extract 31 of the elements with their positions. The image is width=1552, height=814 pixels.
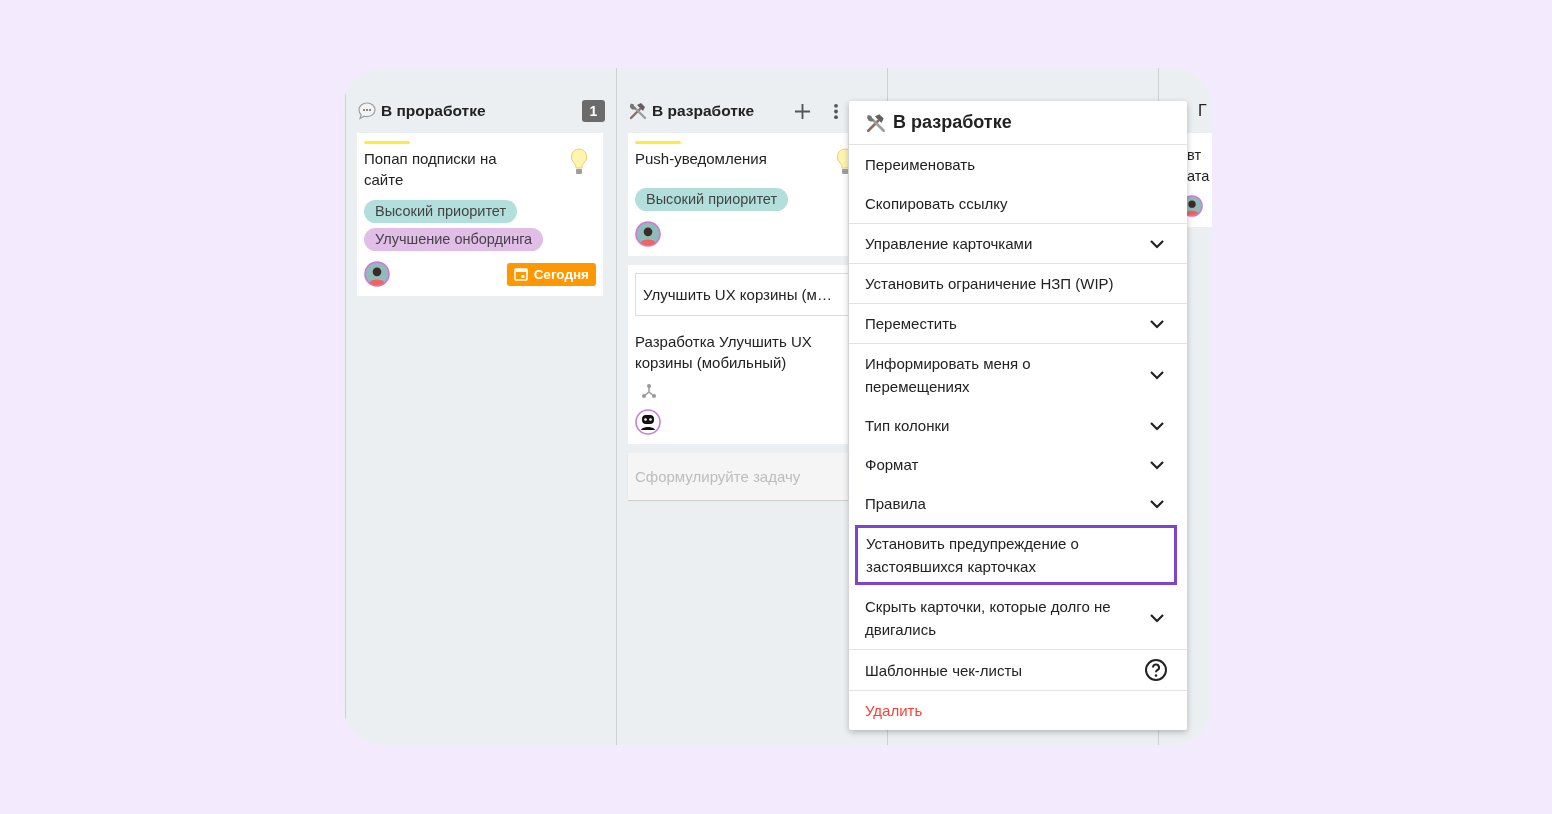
- column-title: В проработке: [381, 102, 486, 120]
- menu-item[interactable]: Скрыть карточки, которые долго не двигались: [849, 587, 1187, 649]
- card-title: ата: [1187, 167, 1211, 186]
- menu-item[interactable]: Скопировать ссылку: [849, 184, 1187, 223]
- task-card[interactable]: Попап подписки на сайте Высокий приоритет Улучшение онбординга Сегодня: [357, 133, 603, 296]
- tag: Высокий приоритет: [635, 188, 789, 211]
- menu-item[interactable]: Управление карточками: [849, 224, 1187, 263]
- menu-item[interactable]: Правила: [849, 484, 1187, 523]
- count-badge: 1: [582, 100, 605, 122]
- menu-item[interactable]: Информировать меня о перемещениях: [849, 344, 1187, 406]
- menu-item[interactable]: Формат: [849, 445, 1187, 484]
- menu-item[interactable]: Удалить: [849, 691, 1187, 730]
- menu-item[interactable]: Установить ограничение НЗП (WIP): [849, 264, 1187, 303]
- new-task-field[interactable]: Сформулируйте задачу: [628, 453, 848, 500]
- tag: Высокий приоритет: [364, 200, 518, 223]
- menu-item[interactable]: Тип колонки: [849, 406, 1187, 445]
- card-title: вт: [1187, 146, 1203, 165]
- column-title: В разработке: [652, 102, 755, 120]
- tag: Улучшение онбординга: [364, 228, 544, 251]
- menu-item[interactable]: Установить предупреждение о застоявшихся карточках: [855, 525, 1177, 585]
- menu-item[interactable]: Шаблонные чек-листы: [849, 650, 1187, 690]
- card-title: Попап подписки на сайте: [364, 149, 498, 190]
- menu-title: В разработке: [893, 112, 1012, 133]
- parent-task-field[interactable]: Улучшить UX корзины (м…: [635, 273, 848, 316]
- task-card[interactable]: Push-уведомления Высокий приоритет: [628, 133, 848, 256]
- card-title: Разработка Улучшить UX корзины (мобильный): [635, 332, 813, 373]
- menu-item[interactable]: Переместить: [849, 304, 1187, 343]
- column-title: Г: [1197, 102, 1207, 120]
- card-title: Push-уведомления: [635, 149, 768, 169]
- menu-item[interactable]: Переименовать: [849, 145, 1187, 184]
- task-card[interactable]: Улучшить UX корзины (м… Разработка Улучшить UX корзины (мобильный): [628, 265, 848, 444]
